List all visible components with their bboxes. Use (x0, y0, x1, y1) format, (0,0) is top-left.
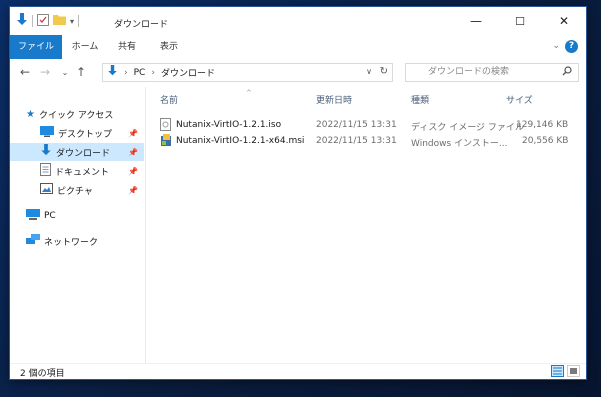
star-icon: ★ (26, 108, 35, 120)
column-label: 名前 (160, 96, 179, 106)
forward-button[interactable]: → (38, 65, 52, 79)
desktop-icon (40, 126, 54, 140)
nav-label: ピクチャ (57, 186, 93, 197)
search-icon (562, 66, 572, 83)
ribbon-expand-icon[interactable]: ⌄ (552, 41, 560, 51)
file-name: Nutanix-VirtIO-1.2.1-x64.msi (176, 136, 305, 146)
up-button[interactable]: ↑ (74, 65, 88, 79)
item-count: 2 個の項目 (20, 369, 65, 379)
picture-icon (40, 183, 53, 197)
large-icons-view-icon[interactable] (567, 365, 580, 377)
download-icon (40, 144, 52, 160)
search-input[interactable]: ダウンロードの検索 (405, 63, 579, 82)
maximize-button[interactable]: ☐ (498, 7, 542, 35)
file-size: 20,556 KB (522, 136, 569, 146)
breadcrumb-separator: › (151, 67, 155, 78)
address-dropdown-icon[interactable]: ∨ (366, 67, 372, 76)
document-icon (40, 163, 51, 179)
sidebar-item-pictures[interactable]: ピクチャ 📌 (10, 181, 144, 199)
address-row: ← → ⌄ ↑ › PC › ダウンロード ∨ ↻ ダウンロードの検索 (10, 59, 586, 87)
table-row[interactable]: Nutanix-VirtIO-1.2.1.iso 2022/11/15 13:3… (154, 117, 580, 133)
window-title: ダウンロード (114, 20, 169, 30)
file-modified: 2022/11/15 13:31 (316, 120, 397, 130)
tab-file[interactable]: ファイル (10, 35, 62, 59)
search-placeholder: ダウンロードの検索 (428, 67, 510, 77)
column-header-type[interactable]: 種類 (411, 93, 429, 106)
column-header-name[interactable]: 名前 ^ (160, 89, 252, 106)
back-button[interactable]: ← (18, 65, 32, 79)
pc-icon (26, 209, 40, 223)
nav-label: クイック アクセス (38, 110, 114, 121)
title-bar: ▾ ダウンロード — ☐ ✕ (10, 7, 586, 35)
pin-icon: 📌 (128, 128, 138, 138)
close-button[interactable]: ✕ (542, 7, 586, 35)
sidebar-item-network[interactable]: ネットワーク (10, 232, 144, 250)
navigation-pane: ★ クイック アクセス デスクトップ 📌 ダウンロード 📌 ドキュメント 📌 ピ… (10, 87, 146, 364)
nav-label: PC (44, 211, 56, 221)
column-header-modified[interactable]: 更新日時 (316, 93, 352, 106)
address-bar[interactable]: › PC › ダウンロード ∨ ↻ (102, 63, 393, 82)
column-header-size[interactable]: サイズ (506, 93, 533, 106)
ribbon-tabs: ファイル ホーム 共有 表示 ⌄ ? (10, 35, 586, 60)
pin-icon: 📌 (128, 147, 138, 157)
help-icon[interactable]: ? (565, 40, 578, 53)
refresh-icon[interactable]: ↻ (380, 66, 388, 77)
pin-icon: 📌 (128, 185, 138, 195)
nav-label: ドキュメント (55, 167, 110, 178)
breadcrumb-separator: › (124, 67, 128, 78)
tab-view[interactable]: 表示 (150, 35, 188, 59)
details-view-icon[interactable] (551, 365, 564, 377)
new-folder-icon[interactable] (53, 14, 66, 28)
download-arrow-icon[interactable] (16, 12, 28, 30)
qat-dropdown-icon[interactable]: ▾ (70, 17, 74, 26)
file-size: 129,146 KB (516, 120, 569, 130)
pin-icon: 📌 (128, 166, 138, 176)
sort-ascending-icon: ^ (246, 89, 252, 97)
status-bar: 2 個の項目 (10, 363, 586, 379)
qat-separator (78, 15, 80, 27)
installer-icon (160, 134, 172, 150)
tab-home[interactable]: ホーム (66, 35, 104, 59)
breadcrumb-downloads[interactable]: ダウンロード (161, 66, 215, 79)
sidebar-item-downloads[interactable]: ダウンロード 📌 (10, 143, 144, 161)
sidebar-item-documents[interactable]: ドキュメント 📌 (10, 162, 144, 180)
recent-locations-icon[interactable]: ⌄ (58, 68, 72, 77)
file-modified: 2022/11/15 13:31 (316, 136, 397, 146)
sidebar-item-pc[interactable]: PC (10, 207, 144, 225)
download-folder-icon (107, 65, 118, 80)
sidebar-item-desktop[interactable]: デスクトップ 📌 (10, 124, 144, 142)
nav-quick-access[interactable]: ★ クイック アクセス (10, 105, 144, 123)
network-icon (26, 234, 40, 248)
nav-label: ダウンロード (56, 148, 111, 159)
disc-image-icon (160, 118, 171, 134)
quick-access-toolbar: ▾ (16, 12, 80, 30)
file-type: Windows インストー... (411, 139, 508, 149)
table-row[interactable]: Nutanix-VirtIO-1.2.1-x64.msi 2022/11/15 … (154, 133, 580, 149)
qat-separator (32, 15, 33, 27)
nav-label: デスクトップ (58, 129, 113, 140)
breadcrumb-pc[interactable]: PC (134, 68, 146, 78)
file-list: 名前 ^ 更新日時 種類 サイズ Nutanix-VirtIO-1.2.1.is… (146, 87, 586, 364)
nav-label: ネットワーク (44, 237, 99, 248)
minimize-button[interactable]: — (454, 7, 498, 35)
file-name: Nutanix-VirtIO-1.2.1.iso (176, 120, 282, 130)
file-type: ディスク イメージ ファイル (411, 123, 524, 133)
tab-share[interactable]: 共有 (108, 35, 146, 59)
explorer-window: ▾ ダウンロード — ☐ ✕ ファイル ホーム 共有 表示 ⌄ ? ← → ⌄ … (9, 6, 587, 380)
properties-icon[interactable] (37, 13, 49, 29)
